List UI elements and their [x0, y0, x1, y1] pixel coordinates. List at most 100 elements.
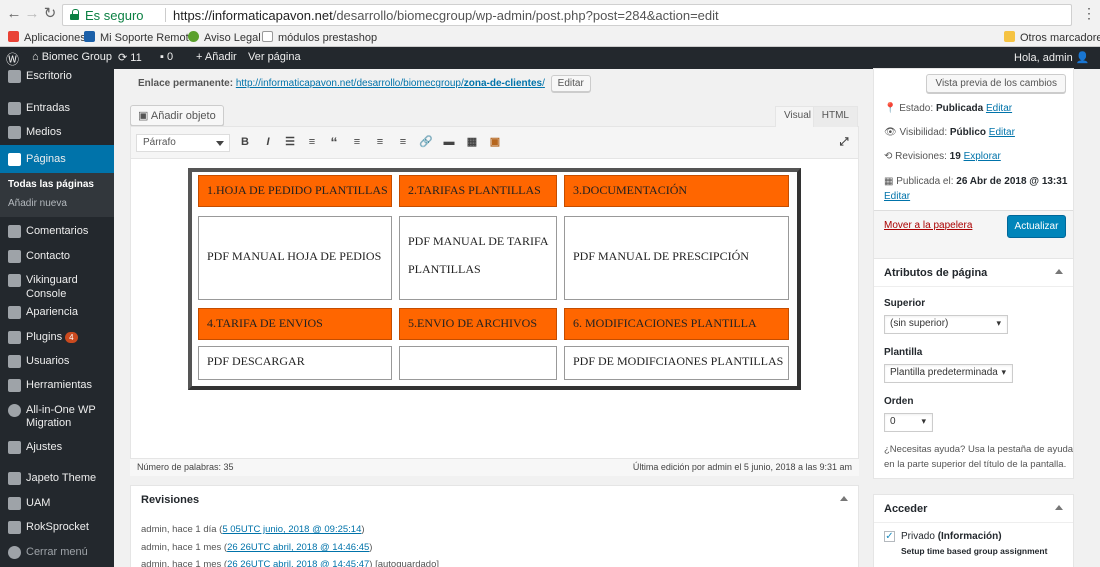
sidebar-item-medios[interactable]: Medios — [0, 125, 114, 141]
table-cell[interactable]: PDF DESCARGAR — [198, 346, 392, 380]
sidebar-item-comentarios[interactable]: Comentarios — [0, 224, 114, 240]
update-button[interactable]: Actualizar — [1007, 215, 1066, 238]
page-attributes-title[interactable]: Atributos de página — [884, 267, 987, 279]
revision-link[interactable]: 26 26UTC abril, 2018 @ 14:45:47 — [227, 559, 369, 567]
tab-html[interactable]: HTML — [812, 106, 858, 127]
sidebar-item-roksprocket[interactable]: RokSprocket — [0, 520, 114, 536]
sidebar-item-plugins[interactable]: Plugins 4 — [0, 330, 114, 346]
bookmark-apps[interactable]: Aplicaciones — [8, 31, 86, 44]
align-left-icon[interactable]: ≡ — [350, 136, 364, 149]
private-checkbox[interactable]: ✓ — [884, 531, 895, 542]
sidebar-item-escritorio[interactable]: Escritorio — [0, 69, 114, 85]
template-select[interactable]: Plantilla predeterminada — [884, 364, 1013, 383]
comment-icon: ▪ — [160, 51, 164, 63]
link-icon[interactable]: 🔗 — [419, 136, 433, 149]
sidebar-item-vikinguard[interactable]: Vikinguard Console — [0, 273, 114, 300]
collapse-arrow-icon[interactable] — [1055, 269, 1063, 274]
submenu-add-new[interactable]: Añadir nueva — [8, 198, 67, 209]
bookmark-modulos[interactable]: módulos prestashop — [262, 31, 377, 44]
bookmark-other[interactable]: Otros marcadores — [1004, 31, 1100, 44]
toolbar-toggle-icon[interactable]: ▦ — [465, 136, 479, 149]
table-cell[interactable]: PDF DE MODIFCIAONES PLANTILLAS — [564, 346, 789, 380]
access-title[interactable]: Acceder — [884, 503, 927, 515]
italic-icon[interactable]: I — [261, 136, 275, 149]
parent-select[interactable]: (sin superior) — [884, 315, 1008, 334]
mail-icon — [8, 250, 21, 263]
back-icon[interactable]: ← — [6, 6, 22, 22]
format-select[interactable]: Párrafo — [136, 134, 230, 152]
table-cell[interactable]: 3.DOCUMENTACIÓN — [564, 175, 789, 207]
fullscreen-icon[interactable]: ⤢ — [837, 136, 851, 149]
table-cell[interactable]: PDF MANUAL DE PRESCIPCIÓN — [564, 216, 789, 300]
sidebar-item-usuarios[interactable]: Usuarios — [0, 354, 114, 370]
url-text[interactable]: https://informaticapavon.net/desarrollo/… — [173, 8, 719, 23]
bookmark-soporte[interactable]: Mi Soporte Remoto — [84, 31, 195, 44]
view-page-link[interactable]: Ver página — [248, 51, 301, 63]
preview-changes-button[interactable]: Vista previa de los cambios — [926, 74, 1066, 93]
table-cell[interactable]: 1.HOJA DE PEDIDO PLANTILLAS — [198, 175, 392, 207]
sidebar-item-entradas[interactable]: Entradas — [0, 101, 114, 117]
revisions-title[interactable]: Revisiones — [141, 494, 199, 506]
table-cell[interactable]: PDF MANUAL HOJA DE PEDIOS — [198, 216, 392, 300]
table-cell[interactable]: 5.ENVIO DE ARCHIVOS — [399, 308, 557, 340]
add-media-button[interactable]: ▣ Añadir objeto — [130, 105, 224, 126]
revision-link[interactable]: 5 05UTC junio, 2018 @ 09:25:14 — [222, 524, 361, 535]
revision-link[interactable]: 26 26UTC abril, 2018 @ 14:46:45 — [227, 542, 369, 553]
more-tag-icon[interactable]: ▬ — [442, 136, 456, 149]
address-bar[interactable]: Es seguro https://informaticapavon.net/d… — [62, 4, 1072, 26]
pin-icon — [8, 102, 21, 115]
sidebar-item-all-in-one[interactable]: All-in-One WP Migration — [0, 403, 114, 431]
bookmark-aviso[interactable]: Aviso Legal — [188, 31, 261, 44]
private-info-link[interactable]: (Información) — [938, 531, 1002, 542]
updates-link[interactable]: ⟳ 11 — [118, 51, 142, 64]
order-input[interactable]: 0 — [884, 413, 933, 432]
status-edit-link[interactable]: Editar — [986, 103, 1012, 114]
numbered-list-icon[interactable]: ≡ — [305, 136, 319, 149]
move-to-trash-link[interactable]: Mover a la papelera — [884, 220, 972, 231]
table-cell[interactable] — [399, 346, 557, 380]
reload-icon[interactable]: ↻ — [42, 6, 58, 22]
sidebar-collapse-menu[interactable]: Cerrar menú — [0, 545, 114, 561]
wp-admin-bar: Ⓦ ⌂ Biomec Group ⟳ 11 ▪ 0 + Añadir Ver p… — [0, 47, 1100, 69]
content-table[interactable]: 1.HOJA DE PEDIDO PLANTILLAS 2.TARIFAS PL… — [188, 168, 801, 390]
sidebar-item-ajustes[interactable]: Ajustes — [0, 440, 114, 456]
folder-icon — [1004, 31, 1015, 42]
forward-icon[interactable]: → — [24, 6, 40, 22]
time-group-label: Setup time based group assignment — [901, 546, 1048, 556]
sidebar-item-apariencia[interactable]: Apariencia — [0, 305, 114, 321]
submenu-all-pages[interactable]: Todas las páginas — [8, 179, 94, 190]
browser-menu-icon[interactable]: ⋮ — [1082, 5, 1096, 22]
table-cell[interactable]: 2.TARIFAS PLANTILLAS — [399, 175, 557, 207]
align-right-icon[interactable]: ≡ — [396, 136, 410, 149]
visibility-edit-link[interactable]: Editar — [989, 127, 1015, 138]
table-cell[interactable]: PDF MANUAL DE TARIFA PLANTILLAS — [399, 216, 557, 300]
table-cell[interactable]: 4.TARIFA DE ENVIOS — [198, 308, 392, 340]
collapse-arrow-icon[interactable] — [840, 496, 848, 501]
new-content-link[interactable]: + Añadir — [196, 51, 237, 63]
plugin-icon[interactable]: ▣ — [488, 136, 502, 149]
align-center-icon[interactable]: ≡ — [373, 136, 387, 149]
editor-content[interactable]: 1.HOJA DE PEDIDO PLANTILLAS 2.TARIFAS PL… — [131, 160, 858, 476]
sidebar-item-uam[interactable]: UAM — [0, 496, 114, 512]
account-link[interactable]: Hola, admin 👤 — [1014, 51, 1089, 64]
explore-revisions-link[interactable]: Explorar — [964, 151, 1001, 162]
table-cell[interactable]: 6. MODIFICACIONES PLANTILLA — [564, 308, 789, 340]
sidebar-item-contacto[interactable]: Contacto — [0, 249, 114, 265]
browser-chrome: ← → ↻ Es seguro https://informaticapavon… — [0, 0, 1100, 47]
sidebar-item-herramientas[interactable]: Herramientas — [0, 378, 114, 394]
bold-icon[interactable]: B — [238, 136, 252, 149]
permalink-edit-button[interactable]: Editar — [550, 75, 591, 92]
collapse-arrow-icon[interactable] — [1055, 505, 1063, 510]
bullet-list-icon[interactable]: ☰ — [283, 136, 297, 149]
blockquote-icon[interactable]: “ — [327, 135, 341, 149]
comments-link[interactable]: ▪ 0 — [160, 51, 173, 63]
permalink-slug: zona-de-clientes — [463, 78, 543, 89]
sidebar-item-paginas[interactable]: Páginas — [0, 145, 114, 173]
permalink-url[interactable]: http://informaticapavon.net/desarrollo/b… — [236, 78, 545, 89]
roksprocket-icon — [8, 521, 21, 534]
url-host: https://informaticapavon.net — [173, 8, 333, 23]
published-edit-link[interactable]: Editar — [884, 191, 910, 202]
sidebar-item-japeto[interactable]: Japeto Theme — [0, 471, 114, 487]
wordpress-logo-icon[interactable]: Ⓦ — [6, 49, 19, 68]
site-name-link[interactable]: ⌂ Biomec Group — [32, 51, 112, 63]
